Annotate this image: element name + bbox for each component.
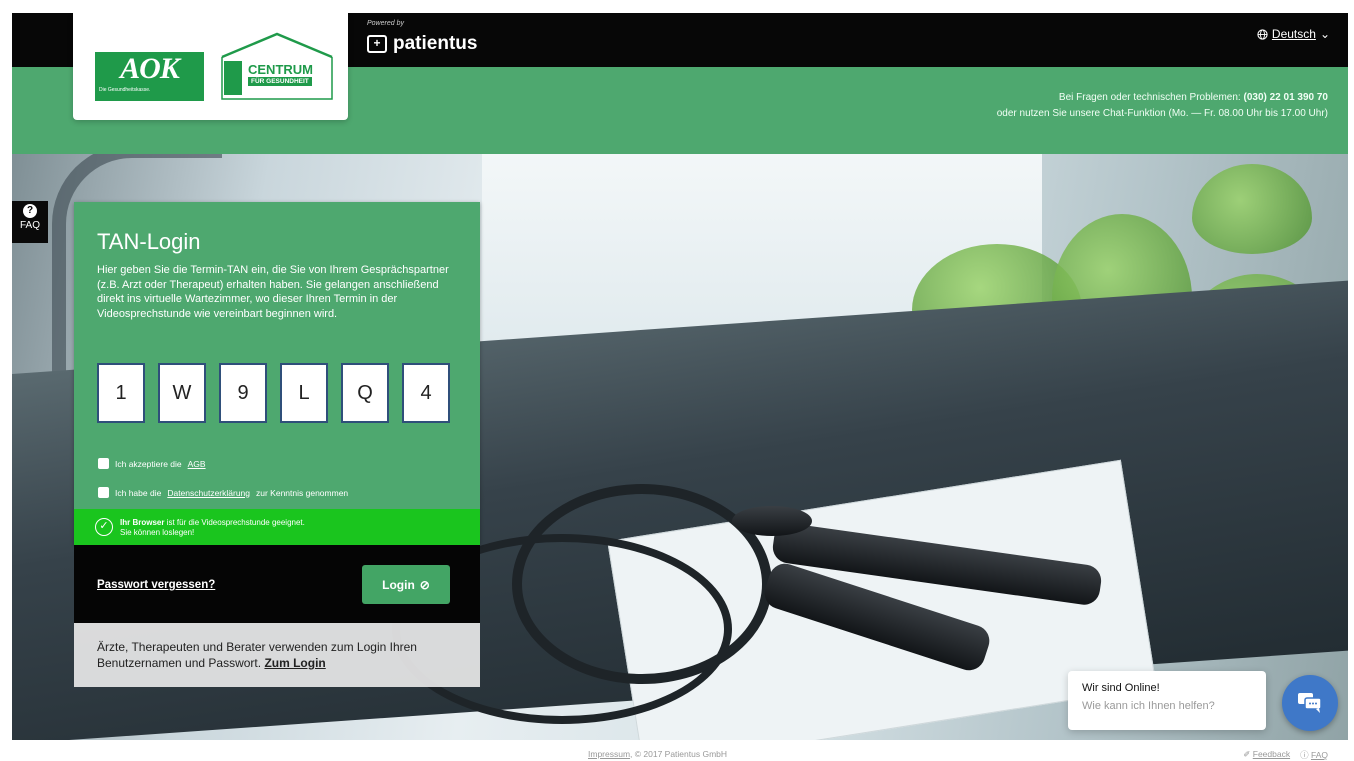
powered-by-label: Powered by	[367, 20, 404, 27]
tan-login-panel: TAN-Login Hier geben Sie die Termin-TAN …	[74, 202, 480, 545]
question-circle-icon: ⓘ	[1300, 750, 1309, 760]
tan-input-1[interactable]: 1	[97, 363, 145, 423]
agb-checkbox[interactable]	[98, 458, 109, 469]
professional-login-link[interactable]: Zum Login	[264, 656, 325, 670]
globe-icon	[1257, 28, 1268, 40]
tan-input-row: 1 W 9 L Q 4	[97, 363, 450, 423]
aok-logo: AOK Die Gesundheitskasse.	[95, 52, 204, 101]
aok-logo-word: AOK	[120, 52, 180, 85]
language-label[interactable]: Deutsch	[1272, 27, 1316, 41]
footer-links: ✐ Feedback ⓘ FAQ	[1243, 749, 1328, 761]
agb-checkbox-row: Ich akzeptiere die AGB	[98, 458, 206, 469]
feedback-link[interactable]: Feedback	[1253, 749, 1290, 759]
chat-launcher-button[interactable]	[1282, 675, 1338, 731]
login-action-bar: Passwort vergessen? Login ⊘	[74, 545, 480, 623]
professional-login-box: Ärzte, Therapeuten und Berater verwenden…	[74, 623, 480, 687]
tan-input-6[interactable]: 4	[402, 363, 450, 423]
privacy-checkbox[interactable]	[98, 487, 109, 498]
impressum-link[interactable]: Impressum	[588, 749, 630, 759]
privacy-label-suffix: zur Kenntnis genommen	[256, 487, 349, 498]
person-figure-icon	[224, 61, 242, 95]
login-button-label: Login	[382, 577, 415, 592]
agb-link[interactable]: AGB	[188, 459, 206, 469]
tan-input-4[interactable]: L	[280, 363, 328, 423]
faq-link[interactable]: FAQ	[1311, 750, 1328, 760]
faq-side-tab[interactable]: ? FAQ	[12, 201, 48, 243]
support-phone: (030) 22 01 390 70	[1243, 92, 1328, 103]
login-title: TAN-Login	[97, 229, 201, 254]
footer-legal: Impressum, © 2017 Patientus GmbH	[588, 749, 727, 759]
privacy-link[interactable]: Datenschutzerklärung	[167, 488, 250, 498]
browser-check-text: Ihr Browser ist für die Videosprechstund…	[120, 518, 305, 538]
support-line-1: Bei Fragen oder technischen Problemen: (…	[997, 90, 1328, 106]
privacy-label-prefix: Ich habe die	[115, 487, 162, 498]
support-info: Bei Fragen oder technischen Problemen: (…	[997, 90, 1328, 122]
send-icon: ✐	[1243, 749, 1251, 759]
browser-check-line2: Sie können loslegen!	[120, 528, 195, 537]
centrum-logo: CENTRUM FÜR GESUNDHEIT	[218, 31, 336, 101]
faq-tab-label[interactable]: FAQ	[20, 220, 40, 231]
copyright-text: , © 2017 Patientus GmbH	[630, 749, 728, 759]
centrum-logo-subtitle: FÜR GESUNDHEIT	[248, 77, 312, 86]
footer: Impressum, © 2017 Patientus GmbH ✐ Feedb…	[0, 740, 1354, 761]
plant-leaf	[1192, 164, 1312, 254]
language-selector[interactable]: Deutsch ⌄	[1257, 27, 1330, 41]
feedback-link-wrap[interactable]: ✐ Feedback	[1243, 749, 1290, 761]
logo-card: AOK Die Gesundheitskasse. CENTRUM FÜR GE…	[73, 13, 348, 120]
login-button[interactable]: Login ⊘	[362, 565, 450, 604]
check-circle-icon: ⊘	[419, 577, 430, 592]
patientus-logo: + patientus	[367, 33, 477, 55]
centrum-logo-word: CENTRUM	[248, 62, 313, 77]
faq-link-wrap[interactable]: ⓘ FAQ	[1300, 749, 1328, 761]
tan-input-2[interactable]: W	[158, 363, 206, 423]
privacy-checkbox-row: Ich habe die Datenschutzerklärung zur Ke…	[98, 487, 348, 498]
chat-greeting[interactable]: Wir sind Online! Wie kann ich Ihnen helf…	[1068, 671, 1266, 730]
question-icon: ?	[23, 204, 37, 218]
browser-check-banner: ✓ Ihr Browser ist für die Videosprechstu…	[74, 509, 480, 545]
aok-logo-tagline: Die Gesundheitskasse.	[99, 87, 151, 93]
monitor-plus-icon: +	[367, 35, 387, 53]
tan-input-3[interactable]: 9	[219, 363, 267, 423]
chat-bubbles-icon	[1298, 693, 1322, 713]
check-circle-icon: ✓	[95, 518, 113, 536]
chat-greeting-title: Wir sind Online!	[1082, 682, 1160, 694]
chat-greeting-subtitle: Wie kann ich Ihnen helfen?	[1082, 700, 1215, 712]
stethoscope-chest-piece	[732, 506, 812, 536]
tan-input-5[interactable]: Q	[341, 363, 389, 423]
professional-login-text: Ärzte, Therapeuten und Berater verwenden…	[97, 640, 417, 670]
support-prefix: Bei Fragen oder technischen Problemen:	[1058, 92, 1241, 103]
brand-name: patientus	[393, 33, 478, 54]
forgot-password-link[interactable]: Passwort vergessen?	[97, 579, 215, 591]
browser-check-rest: ist für die Videosprechstunde geeignet.	[166, 518, 305, 527]
browser-check-bold: Ihr Browser	[120, 518, 165, 527]
support-line-2: oder nutzen Sie unsere Chat-Funktion (Mo…	[996, 108, 1328, 119]
app-frame: AOK Die Gesundheitskasse. CENTRUM FÜR GE…	[12, 13, 1348, 740]
agb-label: Ich akzeptiere die	[115, 458, 182, 469]
login-description: Hier geben Sie die Termin-TAN ein, die S…	[97, 264, 449, 320]
chevron-down-icon: ⌄	[1319, 27, 1330, 41]
